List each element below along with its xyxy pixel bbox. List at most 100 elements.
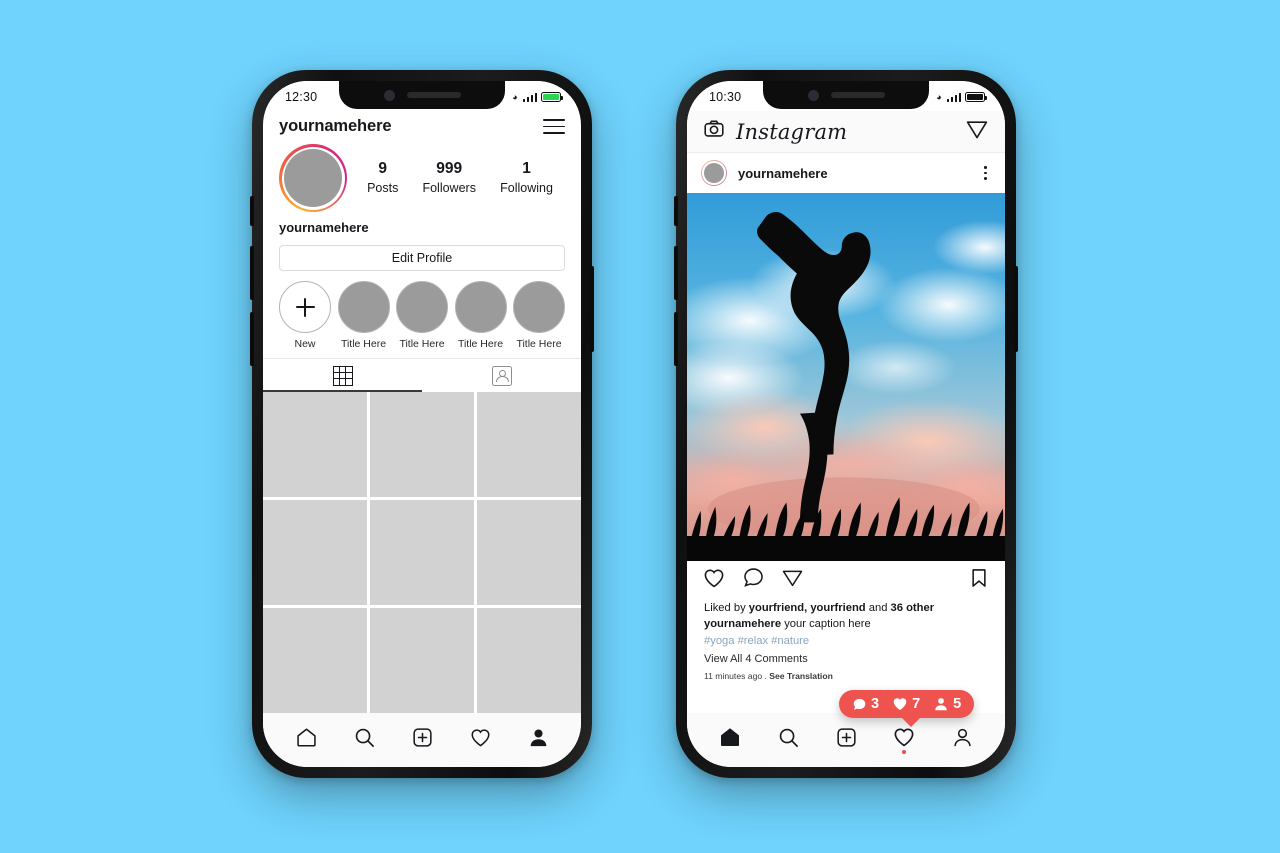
liked-by-names[interactable]: yourfriend, yourfriend [749, 602, 866, 614]
bottom-nav-right [687, 713, 1005, 767]
tab-grid[interactable] [263, 359, 422, 392]
left-screen: 12:30 ◕ yournamehere 9 Posts 999 Followe… [263, 81, 581, 767]
profile-avatar[interactable] [279, 144, 347, 212]
wifi-icon: ◕ [936, 91, 942, 102]
front-camera-icon [383, 89, 395, 101]
notif-likes: 7 [892, 696, 920, 712]
profile-header: yournamehere [263, 111, 581, 144]
nav-profile[interactable] [521, 722, 555, 752]
stat-followers-label: Followers [422, 181, 476, 196]
nav-profile[interactable] [945, 722, 979, 752]
post-photo[interactable] [687, 193, 1005, 561]
liked-by-middle: and [865, 602, 891, 614]
highlight-new[interactable]: New [276, 281, 334, 350]
grid-photo[interactable] [476, 392, 581, 498]
highlight-item[interactable]: Title Here [335, 281, 393, 350]
comment-bubble-icon[interactable] [742, 566, 765, 594]
post-header: yournamehere [687, 153, 1005, 193]
like-heart-icon[interactable] [702, 566, 726, 595]
battery-full-icon [965, 92, 987, 102]
caption-line: yournamehere your caption here [704, 617, 988, 633]
send-paper-plane-icon[interactable] [965, 117, 989, 146]
tab-tagged[interactable] [422, 359, 581, 392]
camera-icon[interactable] [703, 118, 725, 145]
caption-hashtags[interactable]: #yoga #relax #nature [704, 633, 988, 650]
power-button[interactable] [590, 266, 594, 352]
comment-bubble-icon [853, 698, 866, 710]
grid-icon [332, 365, 353, 386]
silent-switch-button[interactable] [250, 196, 254, 226]
notch [339, 81, 505, 109]
notification-badge[interactable]: 3 7 5 [839, 690, 975, 727]
grid-photo[interactable] [369, 499, 475, 606]
view-all-comments-link[interactable]: View All 4 Comments [704, 650, 988, 669]
instagram-logo: Instagram [736, 119, 848, 144]
stat-followers[interactable]: 999 Followers [422, 159, 476, 197]
highlight-thumb [513, 281, 565, 333]
volume-up-button[interactable] [674, 246, 678, 300]
earpiece-speaker [830, 92, 885, 98]
signal-bars-icon [946, 92, 961, 102]
kebab-menu-icon[interactable] [980, 162, 991, 184]
post-actions [687, 561, 1005, 599]
liked-by-others[interactable]: 36 other [891, 602, 935, 614]
story-highlights-row: New Title Here Title Here Title Here Tit… [263, 271, 581, 358]
grid-photo[interactable] [263, 607, 368, 713]
highlight-label: Title Here [340, 338, 387, 350]
share-paper-plane-icon[interactable] [781, 566, 804, 594]
profile-avatar[interactable] [701, 160, 727, 186]
status-indicators: ◕ [936, 91, 987, 102]
grid-photo[interactable] [476, 499, 581, 606]
status-indicators: ◕ [512, 91, 563, 102]
post-username[interactable]: yournamehere [738, 166, 969, 181]
stat-following[interactable]: 1 Following [500, 159, 553, 197]
stat-posts[interactable]: 9 Posts [367, 159, 398, 197]
profile-username-header: yournamehere [279, 117, 392, 135]
profile-stats-row: 9 Posts 999 Followers 1 Following [263, 144, 581, 212]
power-button[interactable] [1014, 266, 1018, 352]
bottom-nav-left [263, 713, 581, 767]
notif-comments: 3 [852, 696, 879, 712]
volume-down-button[interactable] [674, 312, 678, 366]
silent-switch-button[interactable] [674, 196, 678, 226]
nav-home[interactable] [713, 722, 747, 752]
highlight-label: Title Here [457, 338, 504, 350]
tagged-person-icon [491, 365, 512, 386]
highlight-item[interactable]: Title Here [510, 281, 568, 350]
yoga-silhouette-sunset-photo [687, 193, 1005, 561]
bookmark-icon[interactable] [968, 567, 990, 594]
caption-username[interactable]: yournamehere [704, 618, 781, 630]
highlight-item[interactable]: Title Here [452, 281, 510, 350]
hamburger-menu-icon[interactable] [543, 119, 565, 134]
liked-by-prefix: Liked by [704, 602, 749, 614]
wifi-icon: ◕ [512, 91, 518, 102]
nav-search[interactable] [771, 722, 805, 752]
caption-text: your caption here [781, 617, 871, 630]
profile-display-name: yournamehere [279, 220, 369, 235]
grid-photo[interactable] [263, 392, 368, 498]
status-time: 10:30 [709, 90, 742, 104]
stat-posts-label: Posts [367, 181, 399, 196]
nav-activity[interactable] [463, 722, 497, 752]
signal-bars-icon [522, 92, 537, 102]
notif-followers-count: 5 [953, 696, 962, 712]
highlight-thumb [454, 281, 507, 333]
edit-profile-button[interactable]: Edit Profile [279, 245, 565, 271]
highlight-item[interactable]: Title Here [393, 281, 451, 350]
grid-photo[interactable] [476, 607, 581, 713]
volume-up-button[interactable] [250, 246, 254, 300]
grid-photo[interactable] [369, 607, 475, 713]
battery-full-icon [541, 92, 563, 102]
nav-create[interactable] [829, 722, 863, 752]
nav-create[interactable] [405, 722, 439, 752]
grid-photo[interactable] [369, 392, 475, 498]
volume-down-button[interactable] [250, 312, 254, 366]
nav-home[interactable] [289, 722, 323, 752]
nav-search[interactable] [347, 722, 381, 752]
see-translation-link[interactable]: See Translation [769, 671, 833, 681]
header-left: Instagram [703, 118, 847, 145]
highlight-thumb [337, 281, 390, 333]
stat-posts-count: 9 [378, 160, 387, 178]
right-screen: 10:30 ◕ Instagram yournamehere Liked by … [687, 81, 1005, 767]
grid-photo[interactable] [263, 499, 368, 606]
